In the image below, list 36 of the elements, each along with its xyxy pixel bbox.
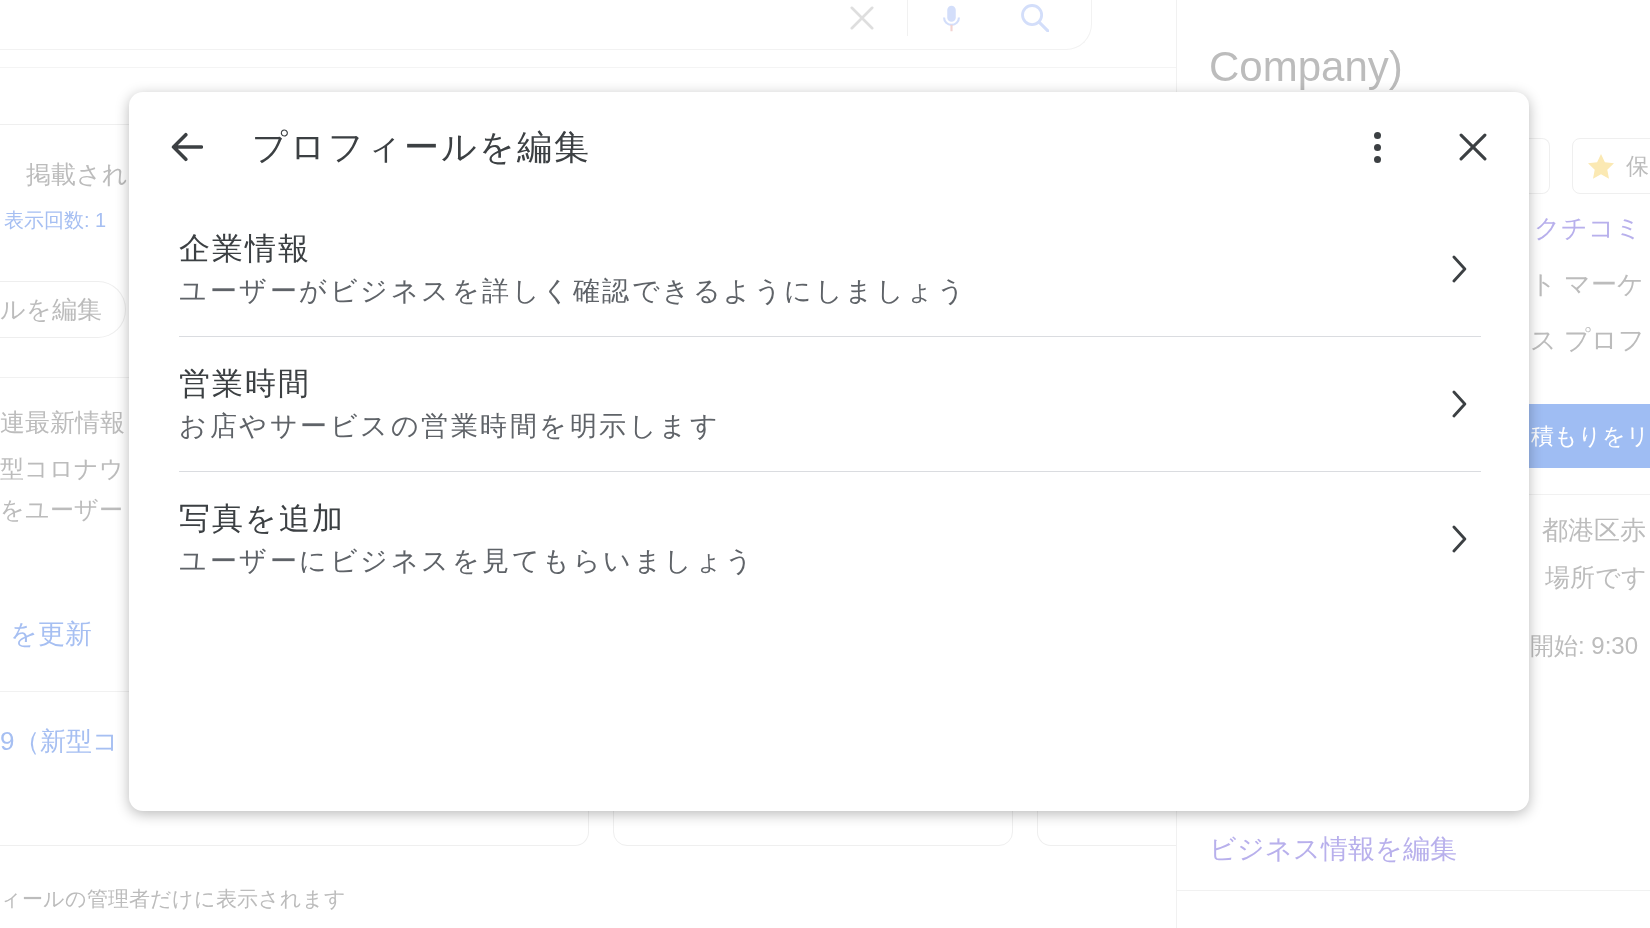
menu-item[interactable]: 営業時間 お店やサービスの営業時間を明示します (179, 337, 1481, 472)
search-icon (1021, 4, 1049, 32)
hours-text: 開始: 9:30 (1530, 631, 1639, 661)
reviews-link[interactable]: クチコミ (1534, 212, 1642, 244)
chevron-right-icon (1452, 253, 1467, 284)
panel-text: ス プロフ (1530, 324, 1646, 356)
address-text: 都港区赤 (1542, 514, 1646, 546)
search-button[interactable] (1019, 4, 1051, 32)
chevron-right-icon (1452, 388, 1467, 419)
arrow-left-icon (169, 132, 203, 162)
quote-button[interactable]: 積もりをリ (1529, 404, 1650, 468)
panel-title: Company) (1209, 46, 1403, 88)
listing-text: 掲載され (26, 159, 128, 189)
mic-icon (942, 4, 960, 32)
views-link[interactable]: 表示回数: 1 (4, 208, 107, 232)
edit-info-link[interactable]: ビジネス情報を編集 (1209, 832, 1457, 866)
chevron-right-icon (1452, 523, 1467, 554)
panel-text: ト マーケ (1530, 268, 1645, 300)
post-link[interactable]: 9（新型コ (0, 725, 120, 757)
menu-item[interactable]: 企業情報 ユーザーがビジネスを詳しく確認できるようにしましょう (179, 202, 1481, 337)
close-icon (1459, 133, 1487, 161)
update-link[interactable]: を更新 (10, 618, 92, 650)
menu-item[interactable]: 写真を追加 ユーザーにビジネスを見てもらいましょう (179, 472, 1481, 606)
edit-button[interactable]: ルを編集 (0, 281, 126, 338)
clear-button[interactable] (848, 4, 876, 32)
dialog-title: プロフィールを編集 (252, 126, 591, 168)
search-field[interactable] (0, 0, 1092, 50)
more-icon (1373, 131, 1381, 163)
address-text: 場所です (1545, 562, 1647, 593)
footer-note: ィールの管理者だけに表示されます (0, 886, 346, 912)
chip-button[interactable]: 保 (1572, 138, 1650, 194)
post-text: 型コロナウ (0, 454, 124, 484)
x-icon (850, 6, 874, 30)
post-title: 連最新情報 (0, 407, 125, 438)
star-icon (1588, 153, 1614, 179)
post-text: をユーザー (0, 495, 123, 525)
